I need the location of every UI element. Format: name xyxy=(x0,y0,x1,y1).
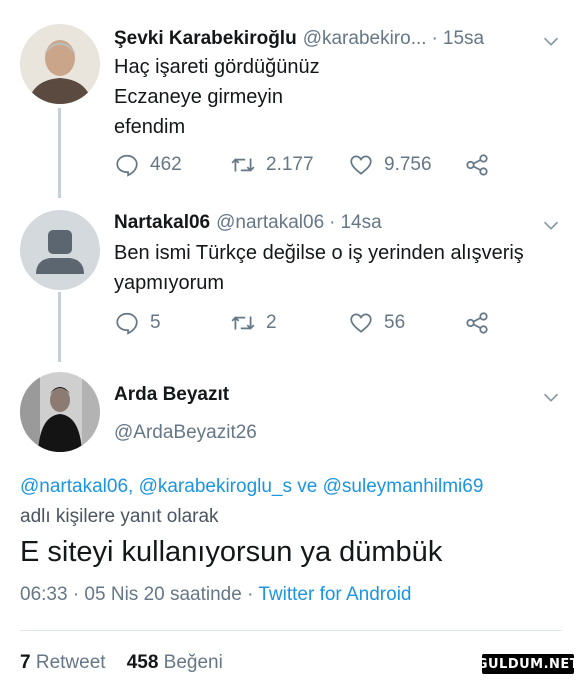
tweet-time[interactable]: 14sa xyxy=(340,212,381,234)
tweet-actions: 462 2.177 9.756 xyxy=(114,152,494,182)
like-button[interactable]: 56 xyxy=(348,310,405,336)
retweet-count: 2.177 xyxy=(266,154,314,175)
retweet-button[interactable]: 2 xyxy=(230,310,277,336)
chevron-down-icon[interactable] xyxy=(540,386,562,408)
retweet-button[interactable]: 2.177 xyxy=(230,152,314,178)
author-name[interactable]: Nartakal06 xyxy=(114,212,210,234)
tweet-text-line: yapmıyorum xyxy=(114,272,225,294)
reply-icon xyxy=(116,154,138,177)
author-name[interactable]: Şevki Karabekiroğlu xyxy=(114,28,297,50)
author-handle[interactable]: @nartakal06 xyxy=(216,212,324,234)
avatar[interactable] xyxy=(20,372,100,452)
retweet-stat[interactable]: 7 Retweet xyxy=(20,652,106,673)
reply-context: @nartakal06, @karabekiroglu_s ve @suleym… xyxy=(20,472,562,532)
tweet-header: Arda Beyazıt xyxy=(114,384,562,406)
like-button[interactable]: 9.756 xyxy=(348,152,432,178)
author-handle[interactable]: @ArdaBeyazit26 xyxy=(114,422,257,444)
tweet-text-line: Eczaneye girmeyin xyxy=(114,86,283,108)
reply-button[interactable]: 5 xyxy=(114,310,161,336)
reply-count: 5 xyxy=(150,312,161,333)
author-handle[interactable]: @karabekiro... xyxy=(303,28,427,50)
watermark-logo: GULDUM.NET xyxy=(477,654,579,674)
avatar[interactable] xyxy=(20,210,100,290)
reply-mentions[interactable]: @nartakal06, @karabekiroglu_s ve @suleym… xyxy=(20,472,562,502)
like-count: 56 xyxy=(384,312,406,333)
share-button[interactable] xyxy=(464,152,500,178)
retweet-count: 2 xyxy=(266,312,277,333)
tweet-text-line: Ben ismi Türkçe değilse o iş yerinden al… xyxy=(114,242,524,264)
reply-button[interactable]: 462 xyxy=(114,152,182,178)
tweet-source[interactable]: Twitter for Android xyxy=(258,584,411,605)
tweet-meta: 06:33 · 05 Nis 20 saatinde · Twitter for… xyxy=(20,584,411,606)
chevron-down-icon[interactable] xyxy=(540,214,562,236)
retweet-icon xyxy=(231,316,255,330)
like-total: 458 xyxy=(126,652,159,673)
thread-line xyxy=(58,108,61,198)
tweet-timestamp[interactable]: 06:33 · 05 Nis 20 saatinde · xyxy=(20,584,258,605)
tweet-time[interactable]: 15sa xyxy=(443,28,484,50)
reply-count: 462 xyxy=(150,154,182,175)
like-icon xyxy=(350,313,372,333)
divider xyxy=(20,630,562,631)
tweet-text: E siteyi kullanıyorsun ya dümbük xyxy=(20,536,443,568)
tweet-stats: 7 Retweet 458 Beğeni xyxy=(20,652,223,674)
separator-dot: · xyxy=(329,212,336,233)
reply-icon xyxy=(116,312,138,335)
tweet-header: Nartakal06 @nartakal06 · 14sa xyxy=(114,212,562,234)
share-button[interactable] xyxy=(464,310,500,336)
chevron-down-icon[interactable] xyxy=(540,30,562,52)
like-label: Beğeni xyxy=(163,652,223,673)
separator-dot: · xyxy=(431,28,438,49)
tweet-text: Ben ismi Türkçe değilse o iş yerinden al… xyxy=(114,238,562,298)
like-stat[interactable]: 458 Beğeni xyxy=(127,652,223,673)
tweet-actions: 5 2 56 xyxy=(114,310,494,340)
share-icon xyxy=(466,154,488,176)
retweet-total: 7 xyxy=(20,652,31,673)
author-handle-row: @ArdaBeyazit26 xyxy=(114,422,562,444)
tweet-text-line: Haç işareti gördüğünüz xyxy=(114,56,320,78)
avatar[interactable] xyxy=(20,24,100,104)
tweet-text-line: efendim xyxy=(114,116,186,138)
tweet-text: Haç işareti gördüğünüz Eczaneye girmeyin… xyxy=(114,52,562,142)
like-count: 9.756 xyxy=(384,154,432,175)
tweet-header: Şevki Karabekiroğlu @karabekiro... · 15s… xyxy=(114,28,562,50)
share-icon xyxy=(466,312,488,334)
like-icon xyxy=(350,155,372,175)
thread-line xyxy=(58,292,61,362)
retweet-icon xyxy=(231,158,255,172)
retweet-label: Retweet xyxy=(35,652,106,673)
reply-suffix: adlı kişilere yanıt olarak xyxy=(20,506,219,527)
author-name[interactable]: Arda Beyazıt xyxy=(114,384,229,406)
